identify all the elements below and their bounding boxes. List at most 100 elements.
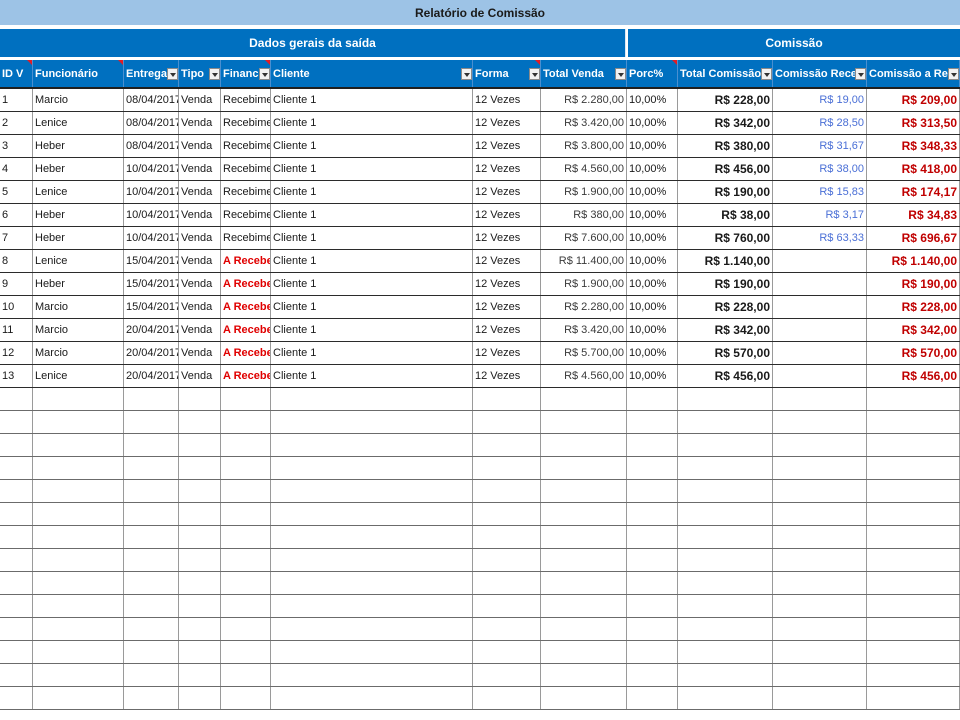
- cell-entrega[interactable]: 08/04/2017: [124, 89, 179, 111]
- empty-row[interactable]: [0, 549, 960, 572]
- empty-cell[interactable]: [773, 411, 867, 433]
- cell-id[interactable]: 13: [0, 365, 33, 387]
- cell-comissao-recebida[interactable]: R$ 63,33: [773, 227, 867, 249]
- cell-porc[interactable]: 10,00%: [627, 273, 678, 295]
- empty-cell[interactable]: [179, 411, 221, 433]
- cell-comissao-a-receber[interactable]: R$ 228,00: [867, 296, 960, 318]
- empty-cell[interactable]: [271, 641, 473, 663]
- empty-cell[interactable]: [627, 687, 678, 709]
- cell-comissao-recebida[interactable]: [773, 342, 867, 364]
- empty-cell[interactable]: [773, 664, 867, 686]
- column-header-cliente[interactable]: Cliente: [271, 60, 473, 87]
- cell-porc[interactable]: 10,00%: [627, 89, 678, 111]
- empty-cell[interactable]: [179, 434, 221, 456]
- empty-cell[interactable]: [33, 411, 124, 433]
- empty-cell[interactable]: [473, 480, 541, 502]
- cell-cliente[interactable]: Cliente 1: [271, 227, 473, 249]
- empty-cell[interactable]: [271, 549, 473, 571]
- cell-financeiro[interactable]: Recebimento: [221, 158, 271, 180]
- table-row[interactable]: 5Lenice10/04/2017VendaRecebimentoCliente…: [0, 181, 960, 204]
- empty-cell[interactable]: [271, 388, 473, 410]
- cell-entrega[interactable]: 15/04/2017: [124, 296, 179, 318]
- empty-cell[interactable]: [867, 549, 960, 571]
- table-row[interactable]: 11Marcio20/04/2017VendaA ReceberCliente …: [0, 319, 960, 342]
- empty-cell[interactable]: [0, 595, 33, 617]
- empty-cell[interactable]: [773, 687, 867, 709]
- cell-cliente[interactable]: Cliente 1: [271, 135, 473, 157]
- cell-id[interactable]: 3: [0, 135, 33, 157]
- cell-entrega[interactable]: 15/04/2017: [124, 273, 179, 295]
- empty-cell[interactable]: [541, 388, 627, 410]
- empty-cell[interactable]: [678, 549, 773, 571]
- empty-cell[interactable]: [33, 664, 124, 686]
- table-row[interactable]: 12Marcio20/04/2017VendaA ReceberCliente …: [0, 342, 960, 365]
- empty-cell[interactable]: [867, 618, 960, 640]
- empty-cell[interactable]: [678, 618, 773, 640]
- empty-cell[interactable]: [627, 526, 678, 548]
- cell-cliente[interactable]: Cliente 1: [271, 296, 473, 318]
- cell-id[interactable]: 12: [0, 342, 33, 364]
- cell-funcionario[interactable]: Lenice: [33, 250, 124, 272]
- empty-cell[interactable]: [773, 618, 867, 640]
- cell-id[interactable]: 4: [0, 158, 33, 180]
- cell-funcionario[interactable]: Lenice: [33, 365, 124, 387]
- empty-cell[interactable]: [0, 572, 33, 594]
- empty-cell[interactable]: [124, 641, 179, 663]
- empty-cell[interactable]: [0, 411, 33, 433]
- empty-row[interactable]: [0, 641, 960, 664]
- cell-comissao-recebida[interactable]: R$ 3,17: [773, 204, 867, 226]
- empty-cell[interactable]: [0, 687, 33, 709]
- empty-cell[interactable]: [773, 388, 867, 410]
- empty-cell[interactable]: [179, 503, 221, 525]
- cell-entrega[interactable]: 20/04/2017: [124, 319, 179, 341]
- cell-total-venda[interactable]: R$ 1.900,00: [541, 181, 627, 203]
- cell-entrega[interactable]: 08/04/2017: [124, 135, 179, 157]
- cell-financeiro[interactable]: Recebimento: [221, 89, 271, 111]
- empty-cell[interactable]: [627, 664, 678, 686]
- empty-cell[interactable]: [678, 641, 773, 663]
- empty-cell[interactable]: [0, 480, 33, 502]
- table-row[interactable]: 7Heber10/04/2017VendaRecebimentoCliente …: [0, 227, 960, 250]
- empty-cell[interactable]: [627, 434, 678, 456]
- empty-cell[interactable]: [0, 618, 33, 640]
- cell-total-venda[interactable]: R$ 2.280,00: [541, 89, 627, 111]
- cell-forma[interactable]: 12 Vezes: [473, 342, 541, 364]
- cell-total-venda[interactable]: R$ 380,00: [541, 204, 627, 226]
- empty-cell[interactable]: [867, 687, 960, 709]
- empty-cell[interactable]: [541, 457, 627, 479]
- cell-funcionario[interactable]: Heber: [33, 204, 124, 226]
- column-header-comissao-a-receber[interactable]: Comissão a Receber: [867, 60, 960, 87]
- empty-cell[interactable]: [271, 572, 473, 594]
- empty-cell[interactable]: [221, 664, 271, 686]
- cell-financeiro[interactable]: Recebimento: [221, 181, 271, 203]
- cell-tipo[interactable]: Venda: [179, 181, 221, 203]
- empty-cell[interactable]: [867, 411, 960, 433]
- cell-comissao-a-receber[interactable]: R$ 174,17: [867, 181, 960, 203]
- cell-total-comissao[interactable]: R$ 190,00: [678, 273, 773, 295]
- cell-entrega[interactable]: 10/04/2017: [124, 204, 179, 226]
- cell-id[interactable]: 8: [0, 250, 33, 272]
- cell-financeiro[interactable]: A Receber: [221, 273, 271, 295]
- cell-total-venda[interactable]: R$ 5.700,00: [541, 342, 627, 364]
- empty-row[interactable]: [0, 664, 960, 687]
- empty-row[interactable]: [0, 388, 960, 411]
- empty-cell[interactable]: [678, 457, 773, 479]
- cell-entrega[interactable]: 15/04/2017: [124, 250, 179, 272]
- cell-financeiro[interactable]: A Receber: [221, 250, 271, 272]
- cell-entrega[interactable]: 10/04/2017: [124, 181, 179, 203]
- cell-porc[interactable]: 10,00%: [627, 342, 678, 364]
- cell-total-venda[interactable]: R$ 1.900,00: [541, 273, 627, 295]
- cell-tipo[interactable]: Venda: [179, 296, 221, 318]
- cell-id[interactable]: 11: [0, 319, 33, 341]
- table-row[interactable]: 10Marcio15/04/2017VendaA ReceberCliente …: [0, 296, 960, 319]
- cell-tipo[interactable]: Venda: [179, 250, 221, 272]
- cell-funcionario[interactable]: Marcio: [33, 342, 124, 364]
- cell-funcionario[interactable]: Lenice: [33, 112, 124, 134]
- cell-forma[interactable]: 12 Vezes: [473, 135, 541, 157]
- empty-cell[interactable]: [473, 687, 541, 709]
- empty-row[interactable]: [0, 480, 960, 503]
- empty-cell[interactable]: [179, 457, 221, 479]
- cell-comissao-a-receber[interactable]: R$ 34,83: [867, 204, 960, 226]
- empty-cell[interactable]: [221, 503, 271, 525]
- cell-comissao-recebida[interactable]: R$ 28,50: [773, 112, 867, 134]
